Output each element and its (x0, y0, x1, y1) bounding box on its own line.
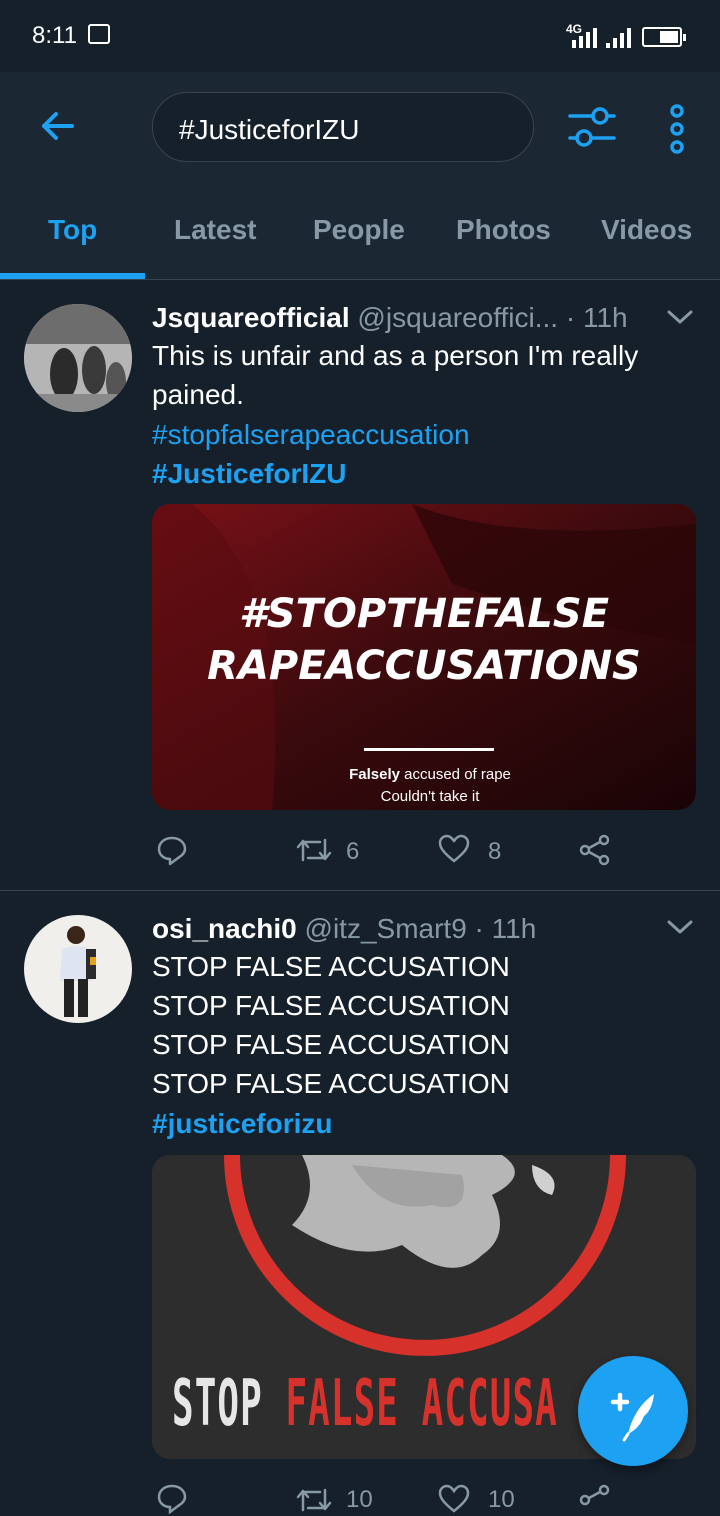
image-word: ACCUSA (421, 1367, 558, 1441)
avatar[interactable] (24, 304, 132, 412)
hashtag-link[interactable]: #JusticeforIZU (152, 458, 347, 490)
search-tabs: Top Latest People Photos Videos (0, 200, 720, 280)
author-handle[interactable]: @itz_Smart9 (305, 913, 467, 944)
tweet-author-line: osi_nachi0 @itz_Smart9 · 11h (152, 913, 536, 945)
hashtag-link[interactable]: #justiceforizu (152, 1108, 332, 1140)
signal-icon (572, 28, 598, 48)
author-handle[interactable]: @jsquareoffici... (357, 302, 558, 333)
chevron-down-icon[interactable] (666, 918, 694, 936)
like-icon[interactable] (438, 834, 470, 864)
image-word: FALSE (285, 1367, 399, 1441)
search-query: #JusticeforIZU (179, 114, 360, 145)
compose-feather-icon (610, 1392, 654, 1442)
hashtag-link[interactable]: #stopfalserapeaccusation (152, 419, 470, 451)
tab-top[interactable]: Top (48, 214, 97, 246)
image-headline: RAPEACCUSATIONS (207, 643, 641, 689)
reply-icon[interactable] (156, 834, 188, 866)
retweet-icon[interactable] (296, 1486, 332, 1514)
tweet-time: · 11h (474, 913, 537, 944)
avatar[interactable] (24, 915, 132, 1023)
image-word: STOP (172, 1367, 263, 1441)
tab-photos[interactable]: Photos (456, 214, 551, 246)
signal-icon-2 (606, 28, 632, 48)
divider (0, 890, 720, 891)
like-icon[interactable] (438, 1484, 470, 1514)
share-icon[interactable] (578, 1484, 612, 1516)
status-bar: 8:11 4G (0, 0, 720, 72)
compose-tweet-button[interactable] (578, 1356, 688, 1466)
share-icon[interactable] (578, 834, 612, 866)
author-name[interactable]: osi_nachi0 (152, 913, 297, 944)
divider (0, 279, 720, 280)
status-time: 8:11 (32, 22, 77, 49)
tweet-image[interactable]: #STOPTHEFALSE RAPEACCUSATIONS Falsely ac… (152, 504, 696, 810)
author-name[interactable]: Jsquareofficial (152, 302, 350, 333)
tab-people[interactable]: People (313, 214, 405, 246)
image-caption: accused of rape (399, 766, 511, 783)
tab-videos[interactable]: Videos (601, 214, 692, 246)
like-count: 8 (488, 838, 502, 865)
like-count: 10 (488, 1486, 515, 1513)
tweet-text: STOP FALSE ACCUSATION STOP FALSE ACCUSAT… (152, 951, 510, 1099)
retweet-count: 6 (346, 838, 360, 865)
tweet-time: · 11h (565, 302, 628, 333)
reply-icon[interactable] (156, 1482, 188, 1514)
chevron-down-icon[interactable] (666, 308, 694, 326)
more-options-icon[interactable] (664, 104, 690, 154)
retweet-count: 10 (346, 1486, 373, 1513)
battery-icon (642, 27, 686, 47)
retweet-icon[interactable] (296, 836, 332, 864)
tweet-text: This is unfair and as a person I'm reall… (152, 340, 639, 410)
tab-latest[interactable]: Latest (174, 214, 256, 246)
search-input[interactable]: #JusticeforIZU (152, 92, 534, 162)
tweet-author-line: Jsquareofficial @jsquareoffici... · 11h (152, 302, 628, 334)
image-notification-icon (88, 24, 110, 44)
image-caption-bold: Falsely (349, 766, 400, 783)
image-headline: #STOPTHEFALSE (238, 591, 610, 637)
image-caption: Couldn't take it (380, 788, 480, 805)
back-arrow-icon[interactable] (38, 106, 78, 146)
search-filter-icon[interactable] (566, 104, 618, 150)
